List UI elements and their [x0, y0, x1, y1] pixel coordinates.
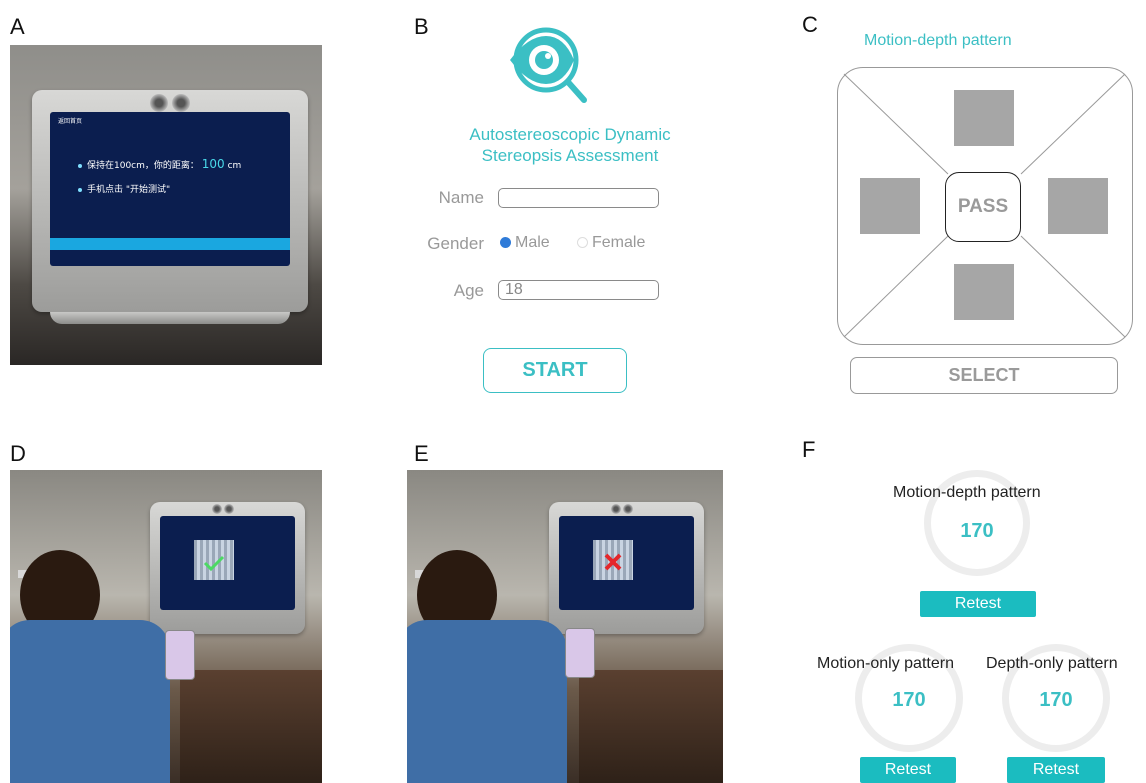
subject-photo-correct: [10, 470, 322, 783]
distance-unit: cm: [227, 161, 242, 171]
eye-magnifier-icon: [510, 27, 587, 103]
pattern-option-top[interactable]: [954, 90, 1014, 146]
screen-distance-line: 保持在100cm，你的距离： 100 cm: [78, 157, 241, 171]
result-label-motion-depth: Motion-depth pattern: [893, 484, 1041, 501]
screen-header: 返回首页: [58, 118, 83, 125]
subject-body: [407, 620, 567, 783]
panel-label-d: D: [10, 441, 26, 466]
panel-label-f: F: [802, 437, 816, 462]
app-title: Autostereoscopic Dynamic Stereopsis Asse…: [420, 124, 720, 166]
age-label: Age: [453, 281, 484, 300]
device-photo: 返回首页 保持在100cm，你的距离： 100 cm 手机点击 "开始测试": [10, 45, 322, 365]
app-title-line2: Stereopsis Assessment: [481, 146, 659, 165]
score-depth-only: 170: [1039, 689, 1073, 711]
radio-checked-icon: [500, 237, 511, 248]
pattern-frame: PASS: [837, 67, 1133, 345]
name-label: Name: [438, 188, 484, 207]
result-label-depth-only: Depth-only pattern: [986, 655, 1118, 672]
camera-right-icon: [623, 504, 633, 514]
gender-male-radio[interactable]: Male: [500, 234, 550, 252]
app-title-line1: Autostereoscopic Dynamic: [469, 125, 671, 144]
retest-motion-only-button[interactable]: Retest: [860, 757, 956, 783]
panel-label-a: A: [10, 14, 25, 39]
age-input[interactable]: [498, 280, 659, 300]
screen-instruction-line: 手机点击 "开始测试": [78, 182, 170, 195]
pattern-option-bottom[interactable]: [954, 264, 1014, 320]
panel-label-e: E: [414, 441, 429, 466]
camera-left-icon: [150, 94, 168, 112]
device-monitor: [549, 502, 704, 634]
pattern-option-left[interactable]: [860, 178, 920, 234]
gender-female-radio[interactable]: Female: [577, 234, 645, 252]
smartphone: [565, 628, 595, 678]
smartphone: [165, 630, 195, 680]
checkmark-icon: [203, 555, 225, 572]
device-screen: 返回首页 保持在100cm，你的距离： 100 cm 手机点击 "开始测试": [50, 112, 290, 266]
start-button[interactable]: START: [483, 348, 627, 393]
retest-motion-depth-button[interactable]: Retest: [920, 591, 1036, 617]
camera-right-icon: [172, 94, 190, 112]
subject-body: [10, 620, 170, 783]
gender-label: Gender: [427, 234, 484, 253]
device-monitor: [150, 502, 305, 634]
device-screen: [559, 516, 694, 610]
device-monitor: 返回首页 保持在100cm，你的距离： 100 cm 手机点击 "开始测试": [32, 90, 308, 312]
pattern-option-right[interactable]: [1048, 178, 1108, 234]
select-button[interactable]: SELECT: [850, 357, 1118, 394]
retest-depth-only-button[interactable]: Retest: [1007, 757, 1105, 783]
device-stand: [50, 312, 290, 324]
radio-empty-icon: [577, 237, 588, 248]
desk: [180, 670, 322, 783]
distance-value: 100: [201, 157, 225, 171]
pattern-title: Motion-depth pattern: [864, 32, 1012, 49]
subject-photo-incorrect: [407, 470, 723, 783]
result-label-motion-only: Motion-only pattern: [817, 655, 954, 672]
name-input[interactable]: [498, 188, 659, 208]
pass-button[interactable]: PASS: [945, 172, 1021, 242]
bullet-icon: [78, 187, 82, 192]
cross-icon: [604, 553, 622, 571]
assessment-form-panel: Autostereoscopic Dynamic Stereopsis Asse…: [420, 20, 720, 400]
score-motion-depth: 170: [960, 520, 994, 542]
score-motion-only: 170: [892, 689, 926, 711]
camera-left-icon: [212, 504, 222, 514]
bullet-icon: [78, 163, 82, 168]
camera-left-icon: [611, 504, 621, 514]
desk: [579, 670, 723, 783]
camera-right-icon: [224, 504, 234, 514]
screen-status-bar: [50, 238, 290, 250]
panel-label-c: C: [802, 12, 818, 37]
device-screen: [160, 516, 295, 610]
